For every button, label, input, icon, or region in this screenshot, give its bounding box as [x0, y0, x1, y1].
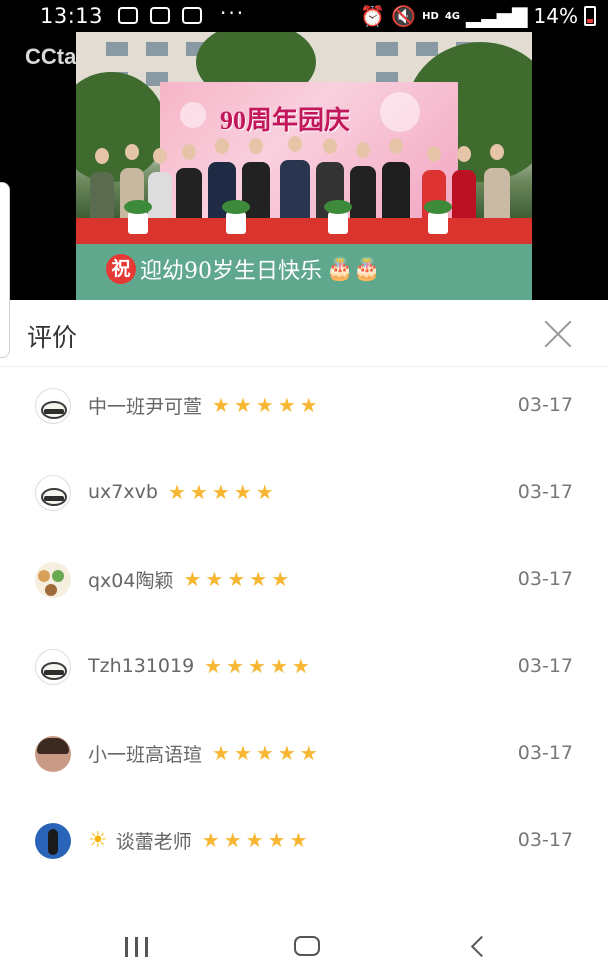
reviewer-name: 小一班高语瑄 — [88, 743, 203, 766]
rabbit-avatar — [35, 649, 71, 685]
star-icon: ★ — [255, 741, 274, 765]
signal-icon: ▂▃▅▇ — [466, 4, 528, 28]
star-icon: ★ — [183, 567, 202, 591]
photo-caption: 祝 迎幼90岁生日快乐 🎂🎂 — [106, 253, 381, 285]
star-icon: ★ — [233, 480, 252, 504]
cake-icon: 🎂🎂 — [326, 256, 381, 282]
star-icon: ★ — [223, 828, 242, 852]
star-icon: ★ — [299, 741, 318, 765]
home-icon[interactable] — [294, 936, 320, 956]
star-icon: ★ — [291, 654, 310, 678]
star-icon: ★ — [201, 828, 220, 852]
alarm-icon: ⏰ — [360, 4, 386, 28]
caption-text: 迎幼90岁生日快乐 — [140, 259, 322, 284]
reviews-sheet-header: 评价 — [0, 300, 608, 367]
star-icon: ★ — [204, 654, 223, 678]
rating-stars: ★ ★ ★ ★ ★ — [204, 656, 310, 676]
side-drawer-handle[interactable] — [0, 182, 10, 358]
review-row[interactable]: 小一班高语瑄 ★ ★ ★ ★ ★ 03-17 — [0, 715, 608, 802]
recent-apps-icon[interactable] — [125, 937, 151, 957]
gallery-notification-icon — [150, 7, 170, 24]
rating-stars: ★ ★ ★ ★ ★ — [212, 395, 318, 415]
star-icon: ★ — [299, 393, 318, 417]
network-label: 4G — [444, 10, 461, 22]
review-date: 03-17 — [517, 655, 573, 677]
star-icon: ★ — [227, 567, 246, 591]
star-icon: ★ — [249, 567, 268, 591]
review-list[interactable]: 中一班尹可萱 ★ ★ ★ ★ ★ 03-17 ux7xvb ★ ★ ★ ★ ★ 03-17 qx… — [0, 367, 608, 912]
star-icon: ★ — [233, 741, 252, 765]
caption-badge: 祝 — [106, 254, 136, 284]
review-date: 03-17 — [517, 742, 573, 764]
star-icon: ★ — [211, 480, 230, 504]
star-icon: ★ — [277, 741, 296, 765]
review-date: 03-17 — [517, 481, 573, 503]
review-date: 03-17 — [517, 568, 573, 590]
reviewer-name: Tzh131019 — [88, 655, 195, 677]
close-icon[interactable] — [544, 320, 572, 348]
rating-stars: ★ ★ ★ ★ ★ — [212, 743, 318, 763]
reviewer-name: 谈蕾老师 — [115, 830, 192, 853]
star-icon: ★ — [245, 828, 264, 852]
rabbit-avatar — [35, 475, 71, 511]
battery-icon — [584, 6, 596, 26]
hd-label: HD — [422, 10, 439, 22]
rating-stars: ★ ★ ★ ★ ★ — [202, 830, 308, 850]
navigation-bar — [0, 912, 608, 978]
sun-icon: ☀ — [88, 827, 108, 853]
star-icon: ★ — [212, 741, 230, 765]
star-icon: ★ — [248, 654, 266, 678]
back-icon[interactable] — [468, 936, 490, 958]
reviewer-name: ux7xvb — [88, 481, 158, 503]
baidu-notification-icon — [182, 7, 202, 24]
night-avatar — [35, 823, 71, 859]
star-icon: ★ — [277, 393, 296, 417]
status-right: ⏰ 🔇 HD 4G ▂▃▅▇ 14% — [360, 4, 596, 28]
star-icon: ★ — [205, 567, 224, 591]
review-date: 03-17 — [517, 394, 573, 416]
status-time: 13:13 — [40, 4, 104, 28]
rating-stars: ★ ★ ★ ★ ★ — [183, 569, 289, 589]
review-date: 03-17 — [517, 829, 573, 851]
reviewer-name: 中一班尹可萱 — [88, 395, 203, 418]
star-icon: ★ — [233, 393, 252, 417]
star-icon: ★ — [267, 828, 286, 852]
review-row[interactable]: qx04陶颖 ★ ★ ★ ★ ★ 03-17 — [0, 541, 608, 628]
status-bar: 13:13 ··· ⏰ 🔇 HD 4G ▂▃▅▇ 14% — [0, 0, 608, 32]
star-icon: ★ — [167, 480, 186, 504]
star-icon: ★ — [226, 654, 245, 678]
reviewer-name: qx04陶颖 — [88, 569, 174, 592]
review-row[interactable]: ux7xvb ★ ★ ★ ★ ★ 03-17 — [0, 454, 608, 541]
mute-icon: 🔇 — [391, 4, 417, 28]
more-notifications-icon: ··· — [220, 1, 246, 25]
star-icon: ★ — [255, 480, 274, 504]
video-player[interactable]: CCtalk 90周年园庆 祝 迎幼90岁生日快乐 🎂🎂 — [0, 32, 608, 300]
event-photo: 90周年园庆 祝 迎幼90岁生日快乐 🎂🎂 — [76, 32, 532, 300]
review-row[interactable]: Tzh131019 ★ ★ ★ ★ ★ 03-17 — [0, 628, 608, 715]
star-icon: ★ — [212, 393, 230, 417]
review-row[interactable]: 中一班尹可萱 ★ ★ ★ ★ ★ 03-17 — [0, 367, 608, 454]
child-avatar — [35, 736, 71, 772]
rating-stars: ★ ★ ★ ★ ★ — [168, 482, 274, 502]
review-row[interactable]: ☀ 谈蕾老师 ★ ★ ★ ★ ★ 03-17 — [0, 802, 608, 889]
banner-title: 90周年园庆 — [220, 106, 351, 135]
sheet-title: 评价 — [27, 323, 78, 352]
star-icon: ★ — [255, 393, 274, 417]
kids-avatar — [35, 562, 71, 598]
app-notification-icon — [118, 7, 138, 24]
star-icon: ★ — [269, 654, 288, 678]
rabbit-avatar — [35, 388, 71, 424]
star-icon: ★ — [289, 828, 308, 852]
star-icon: ★ — [271, 567, 290, 591]
star-icon: ★ — [189, 480, 208, 504]
battery-percent: 14% — [533, 4, 578, 28]
